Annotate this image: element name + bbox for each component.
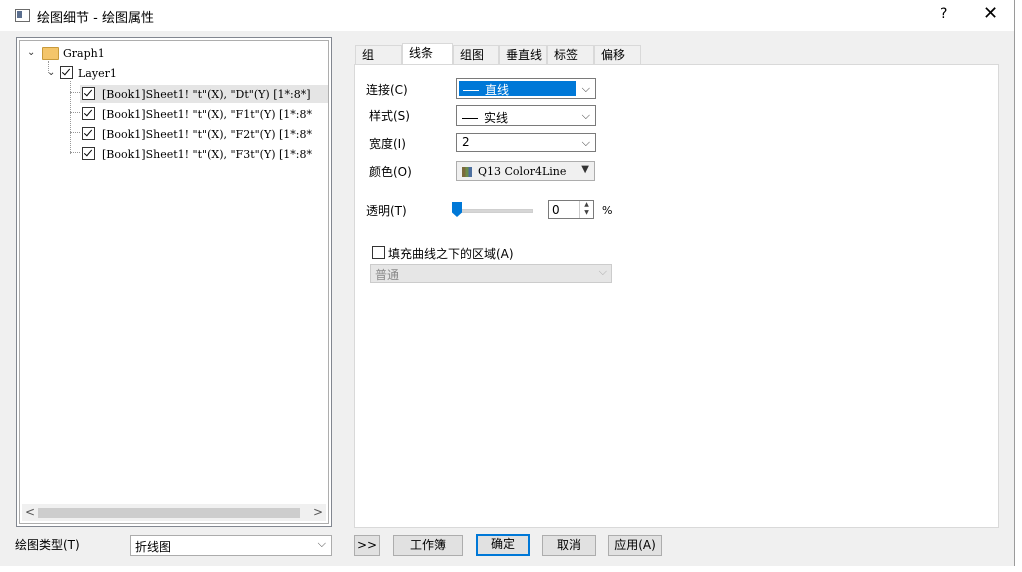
spin-up-icon[interactable]: ▲ bbox=[580, 201, 593, 209]
width-label: 宽度(I) bbox=[369, 137, 406, 151]
tab-labels[interactable]: 标签 bbox=[547, 45, 594, 64]
color-select[interactable]: Q13 Color4Line ▼ bbox=[456, 161, 595, 181]
scroll-left-icon[interactable]: < bbox=[25, 505, 35, 519]
plot-checkbox[interactable] bbox=[82, 147, 95, 160]
chevron-down-icon: ⌵ bbox=[317, 537, 326, 550]
plot-checkbox[interactable] bbox=[82, 87, 95, 100]
tree-connector bbox=[70, 112, 80, 113]
background-window-edge bbox=[0, 566, 1022, 572]
tree-node-layer-label: Layer1 bbox=[78, 67, 117, 80]
style-select[interactable]: 实线 ⌵ bbox=[456, 105, 596, 126]
layer-checkbox[interactable] bbox=[60, 66, 73, 79]
spin-buttons[interactable]: ▲ ▼ bbox=[579, 201, 593, 218]
style-label: 样式(S) bbox=[369, 109, 410, 123]
plot-checkbox[interactable] bbox=[82, 127, 95, 140]
transparency-value: 0 bbox=[552, 203, 560, 217]
fill-area-checkbox[interactable] bbox=[372, 246, 385, 259]
plot-type-label: 绘图类型(T) bbox=[15, 538, 80, 552]
tree-plot-item[interactable]: [Book1]Sheet1! "t"(X), "Dt"(Y) [1*:8*] bbox=[80, 85, 328, 103]
tree-node-layer[interactable]: ⌄ Layer1 bbox=[44, 65, 324, 83]
color-label: 颜色(O) bbox=[369, 165, 412, 179]
percent-unit: % bbox=[602, 204, 613, 217]
scroll-right-icon[interactable]: > bbox=[313, 505, 323, 519]
color-value: Q13 Color4Line bbox=[478, 165, 567, 178]
tab-vertical-lines[interactable]: 垂直线 bbox=[499, 45, 547, 64]
tree-plot-item[interactable]: [Book1]Sheet1! "t"(X), "F2t"(Y) [1*:8* bbox=[80, 125, 328, 143]
tree-node-graph[interactable]: ⌄ Graph1 bbox=[24, 45, 324, 63]
chevron-down-icon: ⌵ bbox=[581, 109, 590, 122]
triangle-down-icon: ▼ bbox=[581, 164, 589, 175]
transparency-spinbox[interactable]: 0 ▲ ▼ bbox=[548, 200, 594, 219]
connect-value: 直线 bbox=[485, 83, 510, 97]
plot-label: [Book1]Sheet1! "t"(X), "F3t"(Y) [1*:8* bbox=[102, 148, 313, 161]
tree-plot-item[interactable]: [Book1]Sheet1! "t"(X), "F3t"(Y) [1*:8* bbox=[80, 145, 328, 163]
ok-button[interactable]: 确定 bbox=[476, 534, 530, 556]
close-button[interactable]: ✕ bbox=[983, 3, 998, 24]
tree-node-graph-label: Graph1 bbox=[63, 47, 105, 60]
width-select[interactable]: 2 ⌵ bbox=[456, 133, 596, 152]
connect-select[interactable]: 直线 ⌵ bbox=[456, 78, 596, 99]
fill-area-label: 填充曲线之下的区域(A) bbox=[388, 247, 514, 261]
tree-connector bbox=[70, 132, 80, 133]
plot-checkbox[interactable] bbox=[82, 107, 95, 120]
transparency-slider-track[interactable] bbox=[454, 209, 533, 213]
fill-mode-value: 普通 bbox=[375, 268, 400, 282]
plot-type-value: 折线图 bbox=[135, 540, 172, 554]
collapse-chevron-icon[interactable]: ⌄ bbox=[27, 48, 36, 58]
chevron-down-icon: ⌵ bbox=[581, 136, 590, 149]
chevron-down-icon: ⌵ bbox=[581, 82, 590, 95]
horizontal-scrollbar[interactable]: < > bbox=[22, 504, 326, 521]
expand-button[interactable]: >> bbox=[354, 535, 380, 556]
connect-label: 连接(C) bbox=[366, 83, 408, 97]
tree-connector bbox=[70, 92, 80, 93]
plot-tree-inner: ⌄ Graph1 ⌄ Layer1 [Book1]Sheet1! "t"(X),… bbox=[19, 40, 329, 524]
tab-line[interactable]: 线条 bbox=[402, 43, 453, 64]
tree-plot-item[interactable]: [Book1]Sheet1! "t"(X), "F1t"(Y) [1*:8* bbox=[80, 105, 328, 123]
transparency-label: 透明(T) bbox=[366, 204, 407, 218]
solid-line-icon bbox=[462, 118, 478, 119]
chevron-down-icon: ⌵ bbox=[598, 265, 607, 278]
tree-connector bbox=[70, 152, 80, 153]
style-value: 实线 bbox=[484, 111, 509, 125]
color-palette-icon bbox=[462, 167, 472, 177]
plot-label: [Book1]Sheet1! "t"(X), "Dt"(Y) [1*:8*] bbox=[102, 88, 311, 101]
tab-group[interactable]: 组 bbox=[355, 45, 402, 64]
help-button[interactable]: ? bbox=[940, 6, 947, 22]
width-value: 2 bbox=[462, 135, 470, 149]
scrollbar-thumb[interactable] bbox=[38, 508, 300, 518]
connect-selected-highlight: 直线 bbox=[459, 81, 576, 97]
tab-offset[interactable]: 偏移 bbox=[594, 45, 641, 64]
plot-tree[interactable]: ⌄ Graph1 ⌄ Layer1 [Book1]Sheet1! "t"(X),… bbox=[16, 37, 332, 527]
apply-button[interactable]: 应用(A) bbox=[608, 535, 662, 556]
title-bar: 绘图细节 - 绘图属性 ? ✕ bbox=[0, 0, 1014, 31]
collapse-chevron-icon[interactable]: ⌄ bbox=[47, 68, 56, 78]
folder-icon bbox=[42, 47, 59, 60]
workbook-button[interactable]: 工作簿 bbox=[393, 535, 463, 556]
line-style-glyph-icon bbox=[463, 90, 479, 91]
plot-type-select[interactable]: 折线图 ⌵ bbox=[130, 535, 332, 556]
app-icon bbox=[15, 9, 30, 22]
plot-details-dialog: 绘图细节 - 绘图属性 ? ✕ ⌄ Graph1 ⌄ Layer1 [Book1… bbox=[0, 0, 1015, 567]
tab-drop-lines[interactable]: 组图 bbox=[453, 45, 499, 64]
spin-down-icon[interactable]: ▼ bbox=[580, 209, 593, 217]
cancel-button[interactable]: 取消 bbox=[542, 535, 596, 556]
window-title: 绘图细节 - 绘图属性 bbox=[37, 11, 154, 26]
tab-content-panel bbox=[354, 64, 999, 528]
plot-label: [Book1]Sheet1! "t"(X), "F1t"(Y) [1*:8* bbox=[102, 108, 313, 121]
fill-mode-select: 普通 ⌵ bbox=[370, 264, 612, 283]
plot-label: [Book1]Sheet1! "t"(X), "F2t"(Y) [1*:8* bbox=[102, 128, 313, 141]
